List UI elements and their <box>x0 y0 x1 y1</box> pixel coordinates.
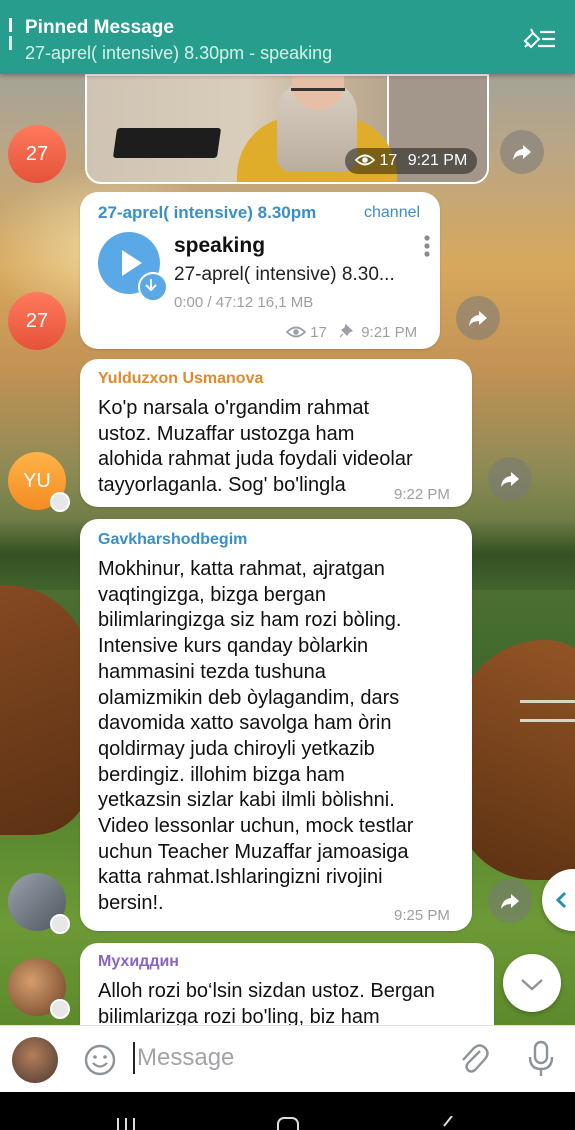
share-icon <box>469 311 487 326</box>
eye-icon <box>354 154 376 166</box>
more-options-icon[interactable] <box>422 234 432 258</box>
avatar[interactable]: 27 <box>8 292 66 350</box>
chevron-left-icon <box>555 891 567 909</box>
status-dot <box>50 914 70 934</box>
pinned-message-bar[interactable]: Pinned Message 27-aprel( intensive) 8.30… <box>0 0 575 74</box>
video-message[interactable]: 17 9:21 PM <box>85 74 489 184</box>
emoji-icon[interactable] <box>83 1043 117 1077</box>
message-input[interactable]: Message <box>137 1044 234 1072</box>
download-icon <box>145 279 157 292</box>
share-button[interactable] <box>488 879 532 923</box>
pinned-title: Pinned Message <box>25 17 174 38</box>
share-button[interactable] <box>500 130 544 174</box>
channel-label: channel <box>364 204 421 221</box>
sender-name[interactable]: Gavkharshodbegim <box>98 531 247 549</box>
share-icon <box>513 145 531 160</box>
horse-image <box>0 585 90 835</box>
sender-name[interactable]: Мухиддин <box>98 953 179 971</box>
chat-screen: Pinned Message 27-aprel( intensive) 8.30… <box>0 0 575 1130</box>
share-icon <box>501 894 519 909</box>
avatar[interactable]: 27 <box>8 125 66 183</box>
pinned-indicator <box>9 18 12 60</box>
message-text: Alloh rozi bo‘lsin sizdan ustoz. Bergan … <box>98 980 435 1028</box>
download-button[interactable] <box>138 272 168 302</box>
channel-name[interactable]: 27-aprel( intensive) 8.30pm <box>98 203 316 223</box>
audio-time: 9:21 PM <box>361 324 418 341</box>
video-time: 9:21 PM <box>407 152 468 169</box>
message-time: 9:25 PM <box>394 907 450 924</box>
track-subtitle: 27-aprel( intensive) 8.30... <box>174 264 395 285</box>
track-title: speaking <box>174 234 266 257</box>
back-icon[interactable] <box>440 1116 456 1130</box>
audio-views: 17 <box>310 324 327 341</box>
pin-list-icon[interactable] <box>522 27 556 51</box>
video-views: 17 <box>379 152 398 169</box>
mic-icon[interactable] <box>527 1040 555 1078</box>
message-text: Ko'p narsala o'rgandim rahmat ustoz. Muz… <box>98 397 413 497</box>
message-text: Mokhinur, katta rahmat, ajratgan vaqting… <box>98 558 414 915</box>
eye-icon <box>285 326 307 338</box>
scroll-down-button[interactable] <box>503 954 561 1012</box>
pin-icon <box>339 323 354 338</box>
chevron-down-icon <box>521 979 543 991</box>
system-nav-bar <box>0 1092 575 1130</box>
audio-meta: 17 9:21 PM <box>285 323 418 341</box>
message-time: 9:22 PM <box>394 486 450 503</box>
status-dot <box>50 999 70 1019</box>
share-button[interactable] <box>456 296 500 340</box>
share-icon <box>501 472 519 487</box>
video-meta: 17 9:21 PM <box>345 148 478 174</box>
horse-image <box>455 640 575 880</box>
sender-name[interactable]: Yulduzxon Usmanova <box>98 370 263 388</box>
attach-icon[interactable] <box>458 1042 490 1076</box>
pinned-text: 27-aprel( intensive) 8.30pm - speaking <box>25 43 333 63</box>
track-progress-size: 0:00 / 47:12 16,1 MB <box>174 294 314 311</box>
status-dot <box>50 492 70 512</box>
home-icon[interactable] <box>276 1116 300 1130</box>
profile-avatar[interactable] <box>12 1037 58 1083</box>
share-button[interactable] <box>488 457 532 501</box>
recent-apps-icon[interactable] <box>115 1118 137 1130</box>
